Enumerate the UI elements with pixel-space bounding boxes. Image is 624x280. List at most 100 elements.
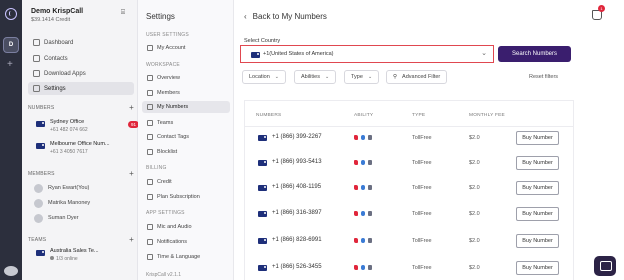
phone-number: +1 (866) 526-3455 <box>272 264 322 270</box>
plan-icon <box>147 194 153 200</box>
block-icon <box>147 149 153 155</box>
country-select[interactable]: +1(United States of America) ⌄ <box>240 45 494 63</box>
filter-icon: ⚲ <box>393 74 398 80</box>
settings-group-heading: USER SETTINGS <box>146 32 189 38</box>
number-phone: +61 3 4050 7617 <box>50 149 88 155</box>
ability-icons <box>354 211 372 216</box>
advanced-filter-button[interactable]: ⚲ Advanced Filter <box>386 70 448 84</box>
buy-number-button[interactable]: Buy Number <box>516 156 559 170</box>
settings-group-heading: WORKSPACE <box>146 62 180 68</box>
sms-icon <box>361 160 365 165</box>
select-country-label: Select Country <box>244 38 281 44</box>
add-team-icon[interactable]: + <box>129 236 134 244</box>
sidebar-member[interactable]: Suman Dyer <box>34 212 134 224</box>
sms-icon <box>361 265 365 270</box>
settings-item-teams[interactable]: Teams <box>142 117 230 129</box>
phone-number: +1 (866) 828-6991 <box>272 237 322 243</box>
australia-flag-icon <box>36 250 45 256</box>
back-label: Back to My Numbers <box>252 12 327 21</box>
sidebar-number-sydney[interactable]: Sydney Office +61 482 074 662 91 <box>34 118 140 136</box>
tag-icon <box>147 134 153 140</box>
monthly-fee: $2.0 <box>469 135 480 141</box>
sidebar-team[interactable]: Australia Sales Te... 1/3 online <box>34 246 134 266</box>
buy-number-button[interactable]: Buy Number <box>516 181 559 195</box>
settings-item-my-account[interactable]: My Account <box>142 42 230 54</box>
mms-icon <box>368 238 372 243</box>
nav-label: Settings <box>44 85 66 92</box>
number-type: TollFree <box>412 238 432 244</box>
add-workspace-icon[interactable]: + <box>7 60 13 70</box>
numbers-section-header: NUMBERS + <box>28 104 134 112</box>
table-row: +1 (866) 399-2267 TollFree $2.0 Buy Numb… <box>245 127 575 151</box>
us-flag-icon <box>258 238 267 244</box>
sidebar-member[interactable]: Matrika Manoney <box>34 197 134 209</box>
team-online-status: 1/3 online <box>50 256 78 262</box>
settings-item-label: Teams <box>157 120 174 126</box>
table-row: +1 (866) 828-6991 TollFree $2.0 Buy Numb… <box>245 230 575 254</box>
column-header-type: TYPE <box>412 113 426 118</box>
us-flag-icon <box>258 265 267 271</box>
location-filter[interactable]: Location ⌄ <box>242 70 286 84</box>
column-header-ability: ABILITY <box>354 113 374 118</box>
user-avatar[interactable] <box>4 266 18 276</box>
nav-contacts[interactable]: Contacts <box>28 52 134 65</box>
buy-number-button[interactable]: Buy Number <box>516 207 559 221</box>
nav-settings[interactable]: Settings <box>28 82 134 95</box>
bell-icon <box>147 239 153 245</box>
reset-filters-link[interactable]: Reset filters <box>529 74 558 80</box>
back-link[interactable]: ‹ Back to My Numbers <box>244 12 327 21</box>
contacts-icon <box>33 55 40 62</box>
settings-item-contact-tags[interactable]: Contact Tags <box>142 131 230 143</box>
nav-label: Dashboard <box>44 39 74 46</box>
settings-item-blocklist[interactable]: Blocklist <box>142 146 230 158</box>
chat-support-icon[interactable] <box>594 256 616 276</box>
account-credit: $39.1414 Credit <box>31 17 71 23</box>
mms-icon <box>368 265 372 270</box>
settings-item-time-language[interactable]: Time & Language <box>142 251 230 263</box>
sidebar: Demo KrispCall $39.1414 Credit ⌸ Dashboa… <box>22 0 140 280</box>
settings-item-mic-audio[interactable]: Mic and Audio <box>142 221 230 233</box>
monthly-fee: $2.0 <box>469 185 480 191</box>
settings-item-my-numbers[interactable]: My Numbers <box>142 101 230 113</box>
settings-item-label: My Account <box>157 45 186 51</box>
abilities-filter[interactable]: Abilities ⌄ <box>294 70 337 84</box>
members-heading: MEMBERS <box>28 171 55 177</box>
australia-flag-icon <box>36 121 45 127</box>
globe-icon <box>147 254 153 260</box>
search-numbers-button[interactable]: Search Numbers <box>498 46 571 62</box>
account-menu-icon[interactable]: ⌸ <box>118 9 128 19</box>
buy-number-button[interactable]: Buy Number <box>516 131 559 145</box>
mms-icon <box>368 185 372 190</box>
table-row: +1 (866) 316-3897 TollFree $2.0 Buy Numb… <box>245 203 575 227</box>
settings-item-plan-subscription[interactable]: Plan Subscription <box>142 191 230 203</box>
settings-item-notifications[interactable]: Notifications <box>142 236 230 248</box>
call-icon <box>354 160 358 165</box>
buy-number-button[interactable]: Buy Number <box>516 261 559 275</box>
sidebar-member[interactable]: Ryan Ewart(You) <box>34 182 134 194</box>
settings-item-label: Notifications <box>157 239 187 245</box>
members-section-header: MEMBERS + <box>28 170 134 178</box>
settings-item-credit[interactable]: Credit <box>142 176 230 188</box>
phone-number: +1 (866) 316-3897 <box>272 210 322 216</box>
call-icon <box>354 238 358 243</box>
nav-download-apps[interactable]: Download Apps <box>28 67 134 80</box>
krispcall-logo-icon <box>5 8 17 20</box>
sms-icon <box>361 135 365 140</box>
settings-item-label: Credit <box>157 179 172 185</box>
sidebar-number-melbourne[interactable]: Melbourne Office Num... +61 3 4050 7617 <box>34 140 134 158</box>
workspace-switcher[interactable]: D <box>3 37 19 53</box>
sms-icon <box>361 238 365 243</box>
buy-number-button[interactable]: Buy Number <box>516 234 559 248</box>
add-member-icon[interactable]: + <box>129 170 134 178</box>
type-filter[interactable]: Type ⌄ <box>344 70 380 84</box>
settings-item-overview[interactable]: Overview <box>142 72 230 84</box>
add-number-icon[interactable]: + <box>129 104 134 112</box>
settings-item-members[interactable]: Members <box>142 87 230 99</box>
settings-icon <box>33 85 40 92</box>
number-type: TollFree <box>412 160 432 166</box>
sms-icon <box>361 211 365 216</box>
monthly-fee: $2.0 <box>469 238 480 244</box>
nav-dashboard[interactable]: Dashboard <box>28 36 134 49</box>
app-version: KrispCall v2.1.1 <box>146 272 182 278</box>
settings-group-heading: BILLING <box>146 165 167 171</box>
